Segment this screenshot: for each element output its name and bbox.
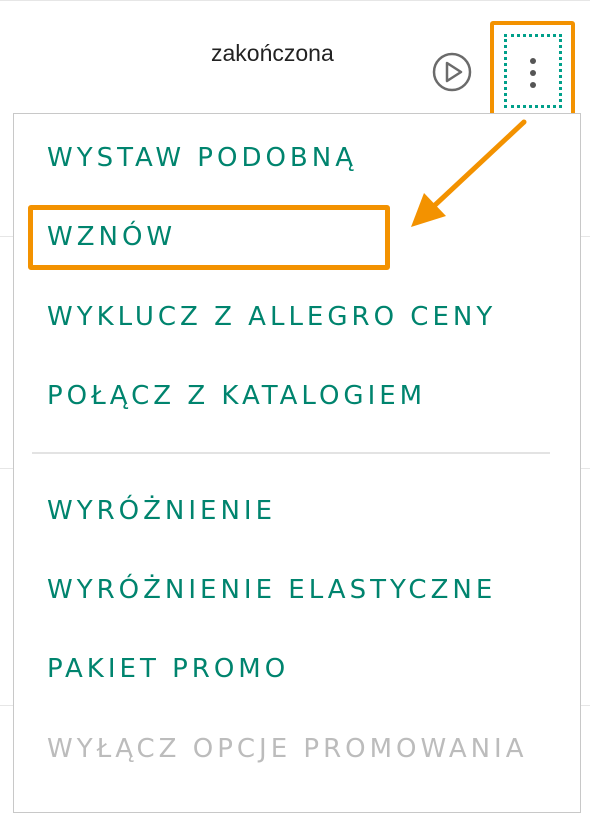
menu-item-exclude-allegro-prices[interactable]: WYKLUCZ Z ALLEGRO CENY bbox=[47, 302, 496, 332]
vertical-ellipsis-icon bbox=[530, 58, 536, 64]
more-options-button[interactable] bbox=[504, 34, 562, 108]
menu-item-list-similar[interactable]: WYSTAW PODOBNĄ bbox=[47, 143, 357, 173]
vertical-ellipsis-icon bbox=[530, 70, 536, 76]
menu-item-disable-promotion: WYŁĄCZ OPCJE PROMOWANIA bbox=[47, 734, 528, 764]
vertical-ellipsis-icon bbox=[530, 82, 536, 88]
status-label: zakończona bbox=[211, 40, 334, 66]
menu-item-connect-catalog[interactable]: POŁĄCZ Z KATALOGIEM bbox=[47, 381, 426, 411]
menu-item-highlight[interactable]: WYRÓŻNIENIE bbox=[47, 496, 276, 526]
play-circle-icon bbox=[432, 52, 472, 92]
menu-item-promo-package[interactable]: PAKIET PROMO bbox=[47, 654, 289, 684]
menu-item-flexible-highlight[interactable]: WYRÓŻNIENIE ELASTYCZNE bbox=[47, 575, 496, 605]
menu-divider bbox=[32, 452, 550, 454]
play-button[interactable] bbox=[432, 52, 472, 92]
more-button-annotation bbox=[490, 21, 575, 120]
highlight-annotation bbox=[28, 205, 390, 270]
row-divider bbox=[0, 0, 590, 1]
